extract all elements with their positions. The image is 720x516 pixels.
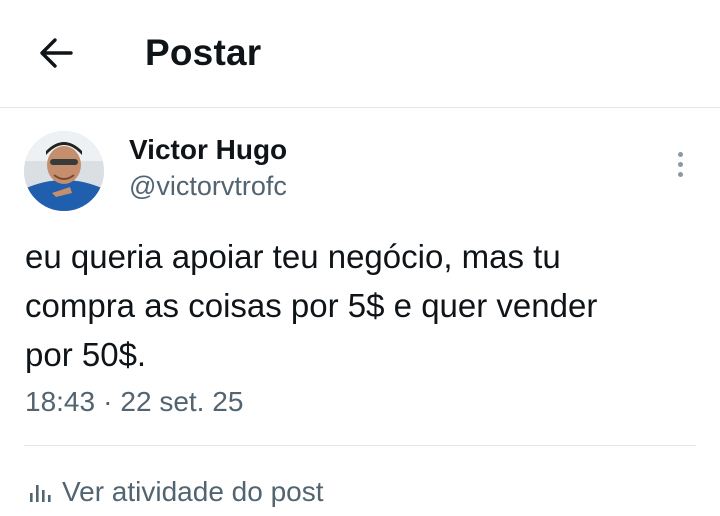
avatar[interactable]	[24, 131, 104, 211]
author-handle[interactable]: @victorvtrofc	[129, 171, 287, 202]
post-text: eu queria apoiar teu negócio, mas tu com…	[25, 238, 598, 373]
page-title: Postar	[145, 32, 262, 73]
arrow-left-icon	[40, 38, 73, 68]
bar-chart-icon	[30, 485, 51, 502]
timestamp-separator: ·	[103, 386, 113, 417]
author-display-name[interactable]: Victor Hugo	[129, 134, 287, 166]
more-options-button[interactable]	[664, 146, 696, 182]
top-bar: Postar	[0, 0, 720, 108]
post-time: 18:43	[25, 386, 96, 417]
view-post-activity-link[interactable]: Ver atividade do post	[28, 474, 324, 510]
vertical-ellipsis-icon	[677, 151, 683, 157]
profile-photo	[24, 131, 104, 211]
divider	[24, 445, 696, 446]
post-date: 22 set. 25	[120, 386, 244, 417]
back-button[interactable]	[28, 30, 84, 76]
activity-label: Ver atividade do post	[62, 476, 324, 507]
post-timestamp[interactable]: 18:43 · 22 set. 25	[25, 386, 243, 418]
